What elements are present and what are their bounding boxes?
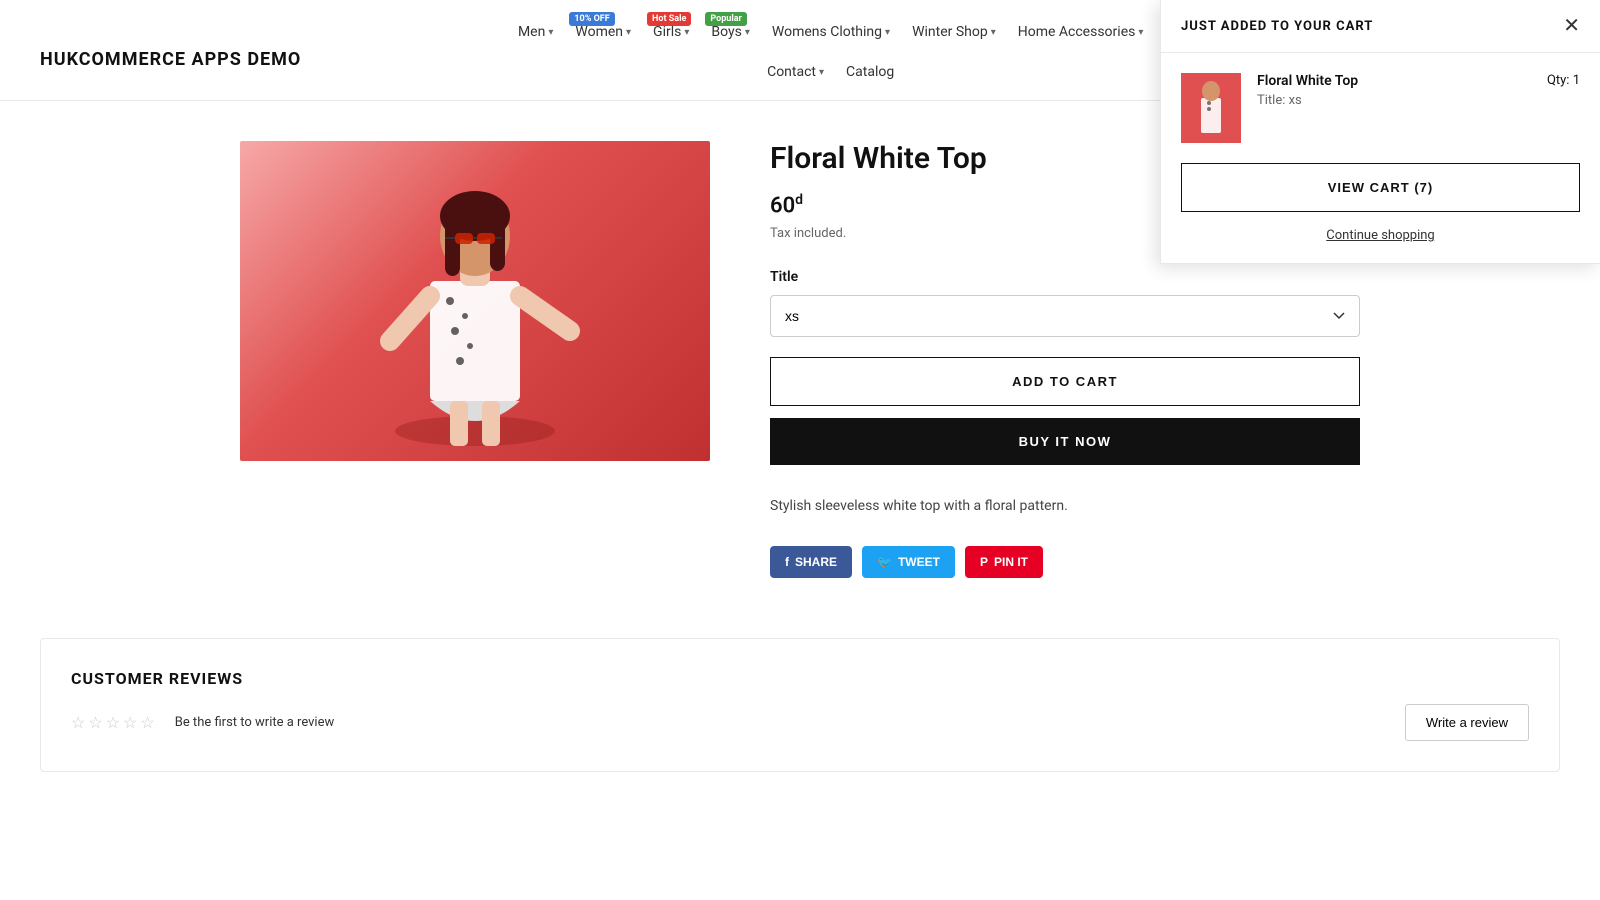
variant-label: Title — [770, 269, 1360, 285]
nav-label-boys: Boys — [711, 24, 741, 40]
nav-arrow-contact: ▾ — [819, 67, 824, 78]
pinterest-icon: P — [980, 555, 988, 569]
facebook-share-label: SHARE — [795, 555, 837, 569]
star-3: ☆ — [106, 713, 120, 732]
nav-label-catalog: Catalog — [846, 64, 894, 80]
nav-item-catalog[interactable]: Catalog — [838, 58, 902, 86]
nav-item-contact[interactable]: Contact ▾ — [759, 58, 832, 86]
nav-arrow-boys: ▾ — [745, 27, 750, 38]
nav-item-women[interactable]: 10% OFF Women ▾ — [567, 18, 639, 46]
nav-item-men[interactable]: Men ▾ — [510, 18, 561, 46]
price-currency: d — [795, 192, 803, 208]
reviews-section: CUSTOMER REVIEWS ☆ ☆ ☆ ☆ ☆ Be the first … — [40, 638, 1560, 772]
social-share-buttons: f SHARE 🐦 TWEET P PIN IT — [770, 546, 1360, 578]
star-5: ☆ — [140, 713, 154, 732]
nav-arrow-home-accessories: ▾ — [1138, 27, 1143, 38]
badge-girls: Hot Sale — [647, 12, 691, 26]
star-2: ☆ — [88, 713, 102, 732]
site-logo[interactable]: HUKCOMMERCE APPS DEMO — [40, 49, 301, 70]
cart-item-thumbnail — [1181, 73, 1241, 143]
buy-it-now-button[interactable]: BUY IT NOW — [770, 418, 1360, 465]
nav-item-home-accessories[interactable]: Home Accessories ▾ — [1010, 18, 1152, 46]
continue-shopping-link[interactable]: Continue shopping — [1181, 228, 1580, 243]
product-description: Stylish sleeveless white top with a flor… — [770, 495, 1360, 517]
nav-item-womens-clothing[interactable]: Womens Clothing ▾ — [764, 18, 898, 46]
nav-arrow-womens-clothing: ▾ — [885, 27, 890, 38]
variant-select[interactable]: xs s m l xl — [770, 295, 1360, 337]
cart-item-qty: Qty: 1 — [1547, 73, 1580, 88]
nav-label-girls: Girls — [653, 24, 681, 40]
nav-item-girls[interactable]: Hot Sale Girls ▾ — [645, 18, 697, 46]
nav-item-boys[interactable]: Popular Boys ▾ — [703, 18, 758, 46]
nav-arrow-women: ▾ — [626, 27, 631, 38]
twitter-share-label: TWEET — [898, 555, 940, 569]
nav-arrow-girls: ▾ — [684, 27, 689, 38]
cart-popup: JUST ADDED TO YOUR CART ✕ Floral White T… — [1160, 0, 1600, 264]
nav-arrow-men: ▾ — [548, 27, 553, 38]
cart-item-name: Floral White Top — [1257, 73, 1531, 89]
nav-label-men: Men — [518, 24, 545, 40]
badge-women: 10% OFF — [569, 12, 614, 26]
badge-boys: Popular — [705, 12, 746, 26]
primary-nav: Men ▾ 10% OFF Women ▾ Hot Sale Girls ▾ — [510, 18, 1151, 46]
cart-popup-title: JUST ADDED TO YOUR CART — [1181, 19, 1373, 34]
reviews-title: CUSTOMER REVIEWS — [71, 669, 1529, 688]
nav-wrapper: Men ▾ 10% OFF Women ▾ Hot Sale Girls ▾ — [510, 18, 1151, 100]
variant-value-text: xs — [1289, 93, 1302, 108]
cart-popup-close-button[interactable]: ✕ — [1563, 16, 1580, 36]
cart-item-variant: Title: xs — [1257, 93, 1531, 108]
nav-label-women: Women — [575, 24, 623, 40]
pinterest-pin-label: PIN IT — [994, 555, 1028, 569]
nav-label-womens-clothing: Womens Clothing — [772, 24, 882, 40]
star-4: ☆ — [123, 713, 137, 732]
twitter-share-button[interactable]: 🐦 TWEET — [862, 546, 955, 578]
reviews-prompt: Be the first to write a review — [175, 715, 335, 730]
star-rating: ☆ ☆ ☆ ☆ ☆ — [71, 713, 155, 732]
facebook-icon: f — [785, 555, 789, 569]
price-amount: 60 — [770, 193, 795, 218]
nav-item-winter-shop[interactable]: Winter Shop ▾ — [904, 18, 1004, 46]
variant-label-text: Title: — [1257, 93, 1285, 108]
twitter-icon: 🐦 — [877, 555, 892, 569]
add-to-cart-button[interactable]: ADD TO CART — [770, 357, 1360, 406]
qty-label: Qty: — [1547, 73, 1570, 88]
cart-popup-header: JUST ADDED TO YOUR CART ✕ — [1161, 0, 1600, 53]
qty-value: 1 — [1573, 73, 1580, 88]
view-cart-button[interactable]: VIEW CART (7) — [1181, 163, 1580, 212]
cart-item-info: Floral White Top Title: xs — [1257, 73, 1531, 108]
product-image-container — [240, 141, 710, 461]
write-review-button[interactable]: Write a review — [1405, 704, 1529, 741]
star-1: ☆ — [71, 713, 85, 732]
cart-item-image — [1181, 73, 1241, 143]
nav-label-winter-shop: Winter Shop — [912, 24, 988, 40]
product-image — [240, 141, 710, 461]
facebook-share-button[interactable]: f SHARE — [770, 546, 852, 578]
pinterest-share-button[interactable]: P PIN IT — [965, 546, 1043, 578]
nav-label-home-accessories: Home Accessories — [1018, 24, 1136, 40]
cart-item: Floral White Top Title: xs Qty: 1 — [1181, 73, 1580, 143]
cart-popup-body: Floral White Top Title: xs Qty: 1 VIEW C… — [1161, 53, 1600, 263]
nav-arrow-winter-shop: ▾ — [991, 27, 996, 38]
product-image-svg — [240, 141, 710, 461]
secondary-nav: Contact ▾ Catalog — [759, 46, 902, 100]
reviews-summary: ☆ ☆ ☆ ☆ ☆ Be the first to write a review… — [71, 704, 1529, 741]
nav-label-contact: Contact — [767, 64, 816, 80]
